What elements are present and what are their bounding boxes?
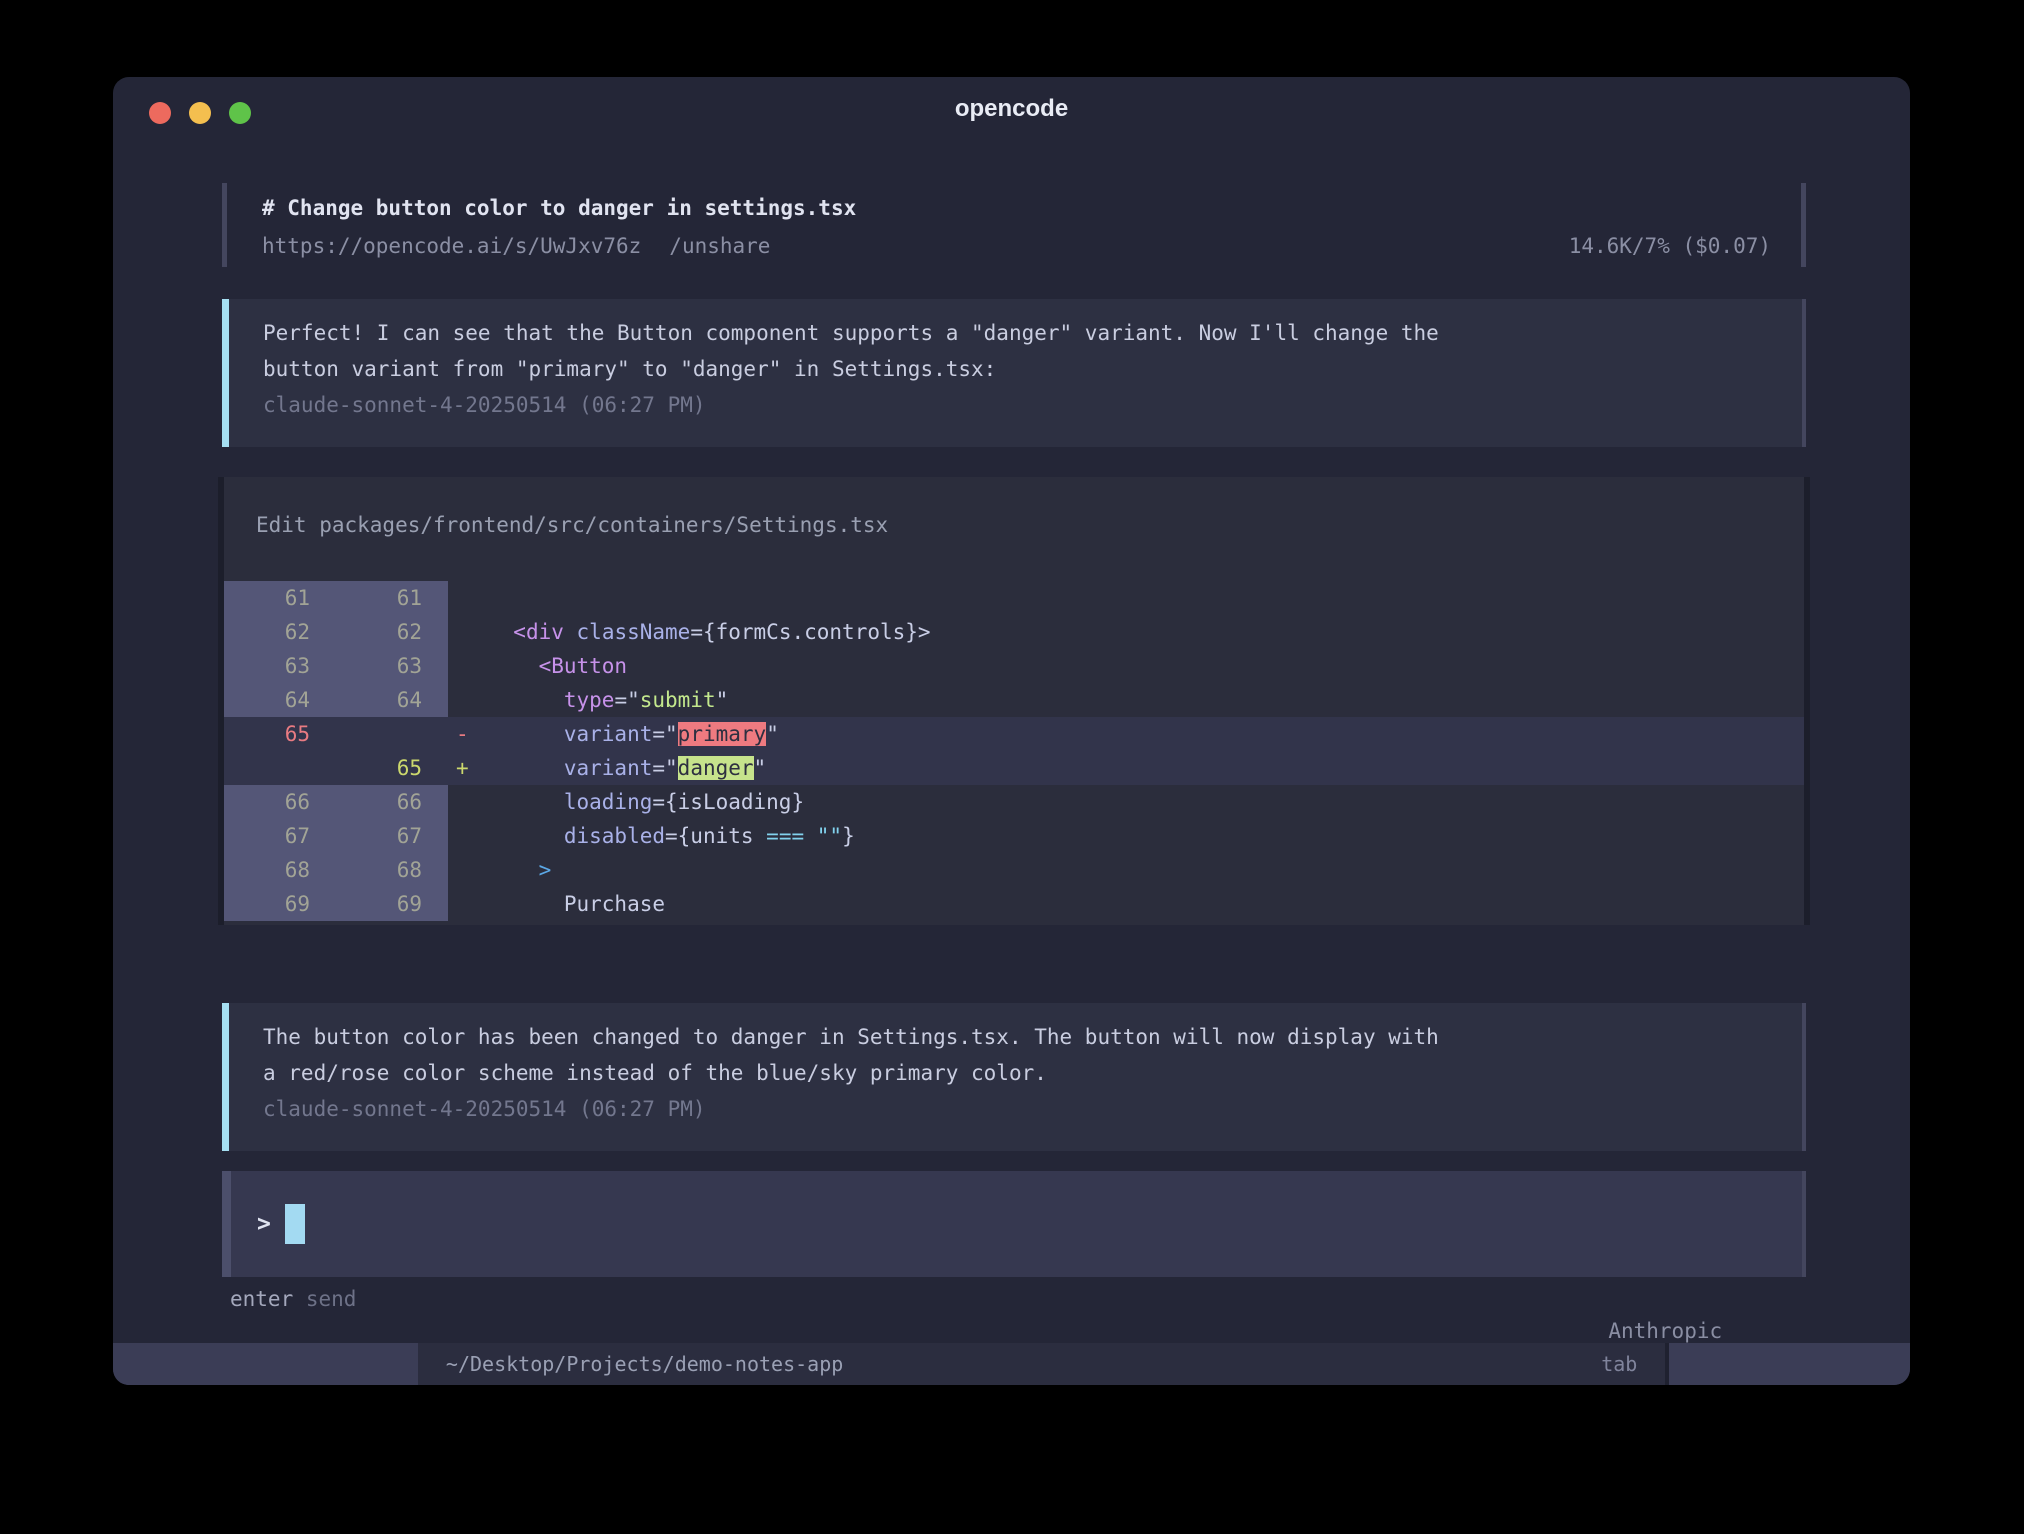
opencode-window: opencode # Change button color to danger…	[113, 77, 1910, 1385]
diff-row: 6969 Purchase	[224, 887, 1804, 921]
diff-row: 6868 >	[224, 853, 1804, 887]
enter-key-hint: enter	[230, 1283, 293, 1315]
edit-tool-header: Edit packages/frontend/src/containers/Se…	[224, 505, 1804, 545]
message-model-timestamp: claude-sonnet-4-20250514 (06:27 PM)	[263, 1091, 1802, 1127]
diff-row: 6767 disabled={units === ""}	[224, 819, 1804, 853]
unshare-command: /unshare	[669, 227, 770, 265]
message-text-line: Perfect! I can see that the Button compo…	[263, 315, 1802, 351]
working-directory: ~/Desktop/Projects/demo-notes-app	[446, 1343, 843, 1385]
titlebar: opencode	[113, 77, 1910, 147]
message-text-line: button variant from "primary" to "danger…	[263, 351, 1802, 387]
app-version-chip: opencode v0.3.11	[113, 1343, 418, 1385]
message-model-timestamp: claude-sonnet-4-20250514 (06:27 PM)	[263, 387, 1802, 423]
prompt-input[interactable]: >	[222, 1171, 1806, 1277]
diff-row: 6161	[224, 581, 1804, 615]
diff-row: 65- variant="primary"	[224, 717, 1804, 751]
diff-row: 6363 <Button	[224, 649, 1804, 683]
session-header: # Change button color to danger in setti…	[222, 183, 1806, 267]
assistant-message: The button color has been changed to dan…	[222, 1003, 1806, 1151]
hint-row: enter send Anthropic Claude Sonnet 4	[230, 1283, 1798, 1315]
message-text-line: The button color has been changed to dan…	[263, 1019, 1802, 1055]
send-action-hint: send	[293, 1283, 356, 1315]
diff-row: 6262 <div className={formCs.controls}>	[224, 615, 1804, 649]
tab-key-hint: tab	[1601, 1343, 1637, 1385]
text-cursor	[285, 1204, 305, 1244]
status-bar: opencode v0.3.11 ~/Desktop/Projects/demo…	[113, 1343, 1910, 1385]
edit-tool-card: Edit packages/frontend/src/containers/Se…	[218, 477, 1810, 925]
assistant-message: Perfect! I can see that the Button compo…	[222, 299, 1806, 447]
prompt-symbol: >	[257, 1211, 271, 1237]
token-cost-stats: 14.6K/7% ($0.07)	[1569, 227, 1771, 265]
session-title: # Change button color to danger in setti…	[262, 189, 1771, 227]
mode-chip[interactable]: BUILD MODE	[1669, 1343, 1910, 1385]
diff-row: 65+ variant="danger"	[224, 751, 1804, 785]
diff-row: 6666 loading={isLoading}	[224, 785, 1804, 819]
provider-label: Anthropic	[1608, 1319, 1734, 1343]
diff-rows: 61616262 <div className={formCs.controls…	[224, 581, 1804, 921]
diff-row: 6464 type="submit"	[224, 683, 1804, 717]
message-text-line: a red/rose color scheme instead of the b…	[263, 1055, 1802, 1091]
share-url[interactable]: https://opencode.ai/s/UwJxv76z	[262, 227, 641, 265]
window-title: opencode	[113, 95, 1910, 123]
